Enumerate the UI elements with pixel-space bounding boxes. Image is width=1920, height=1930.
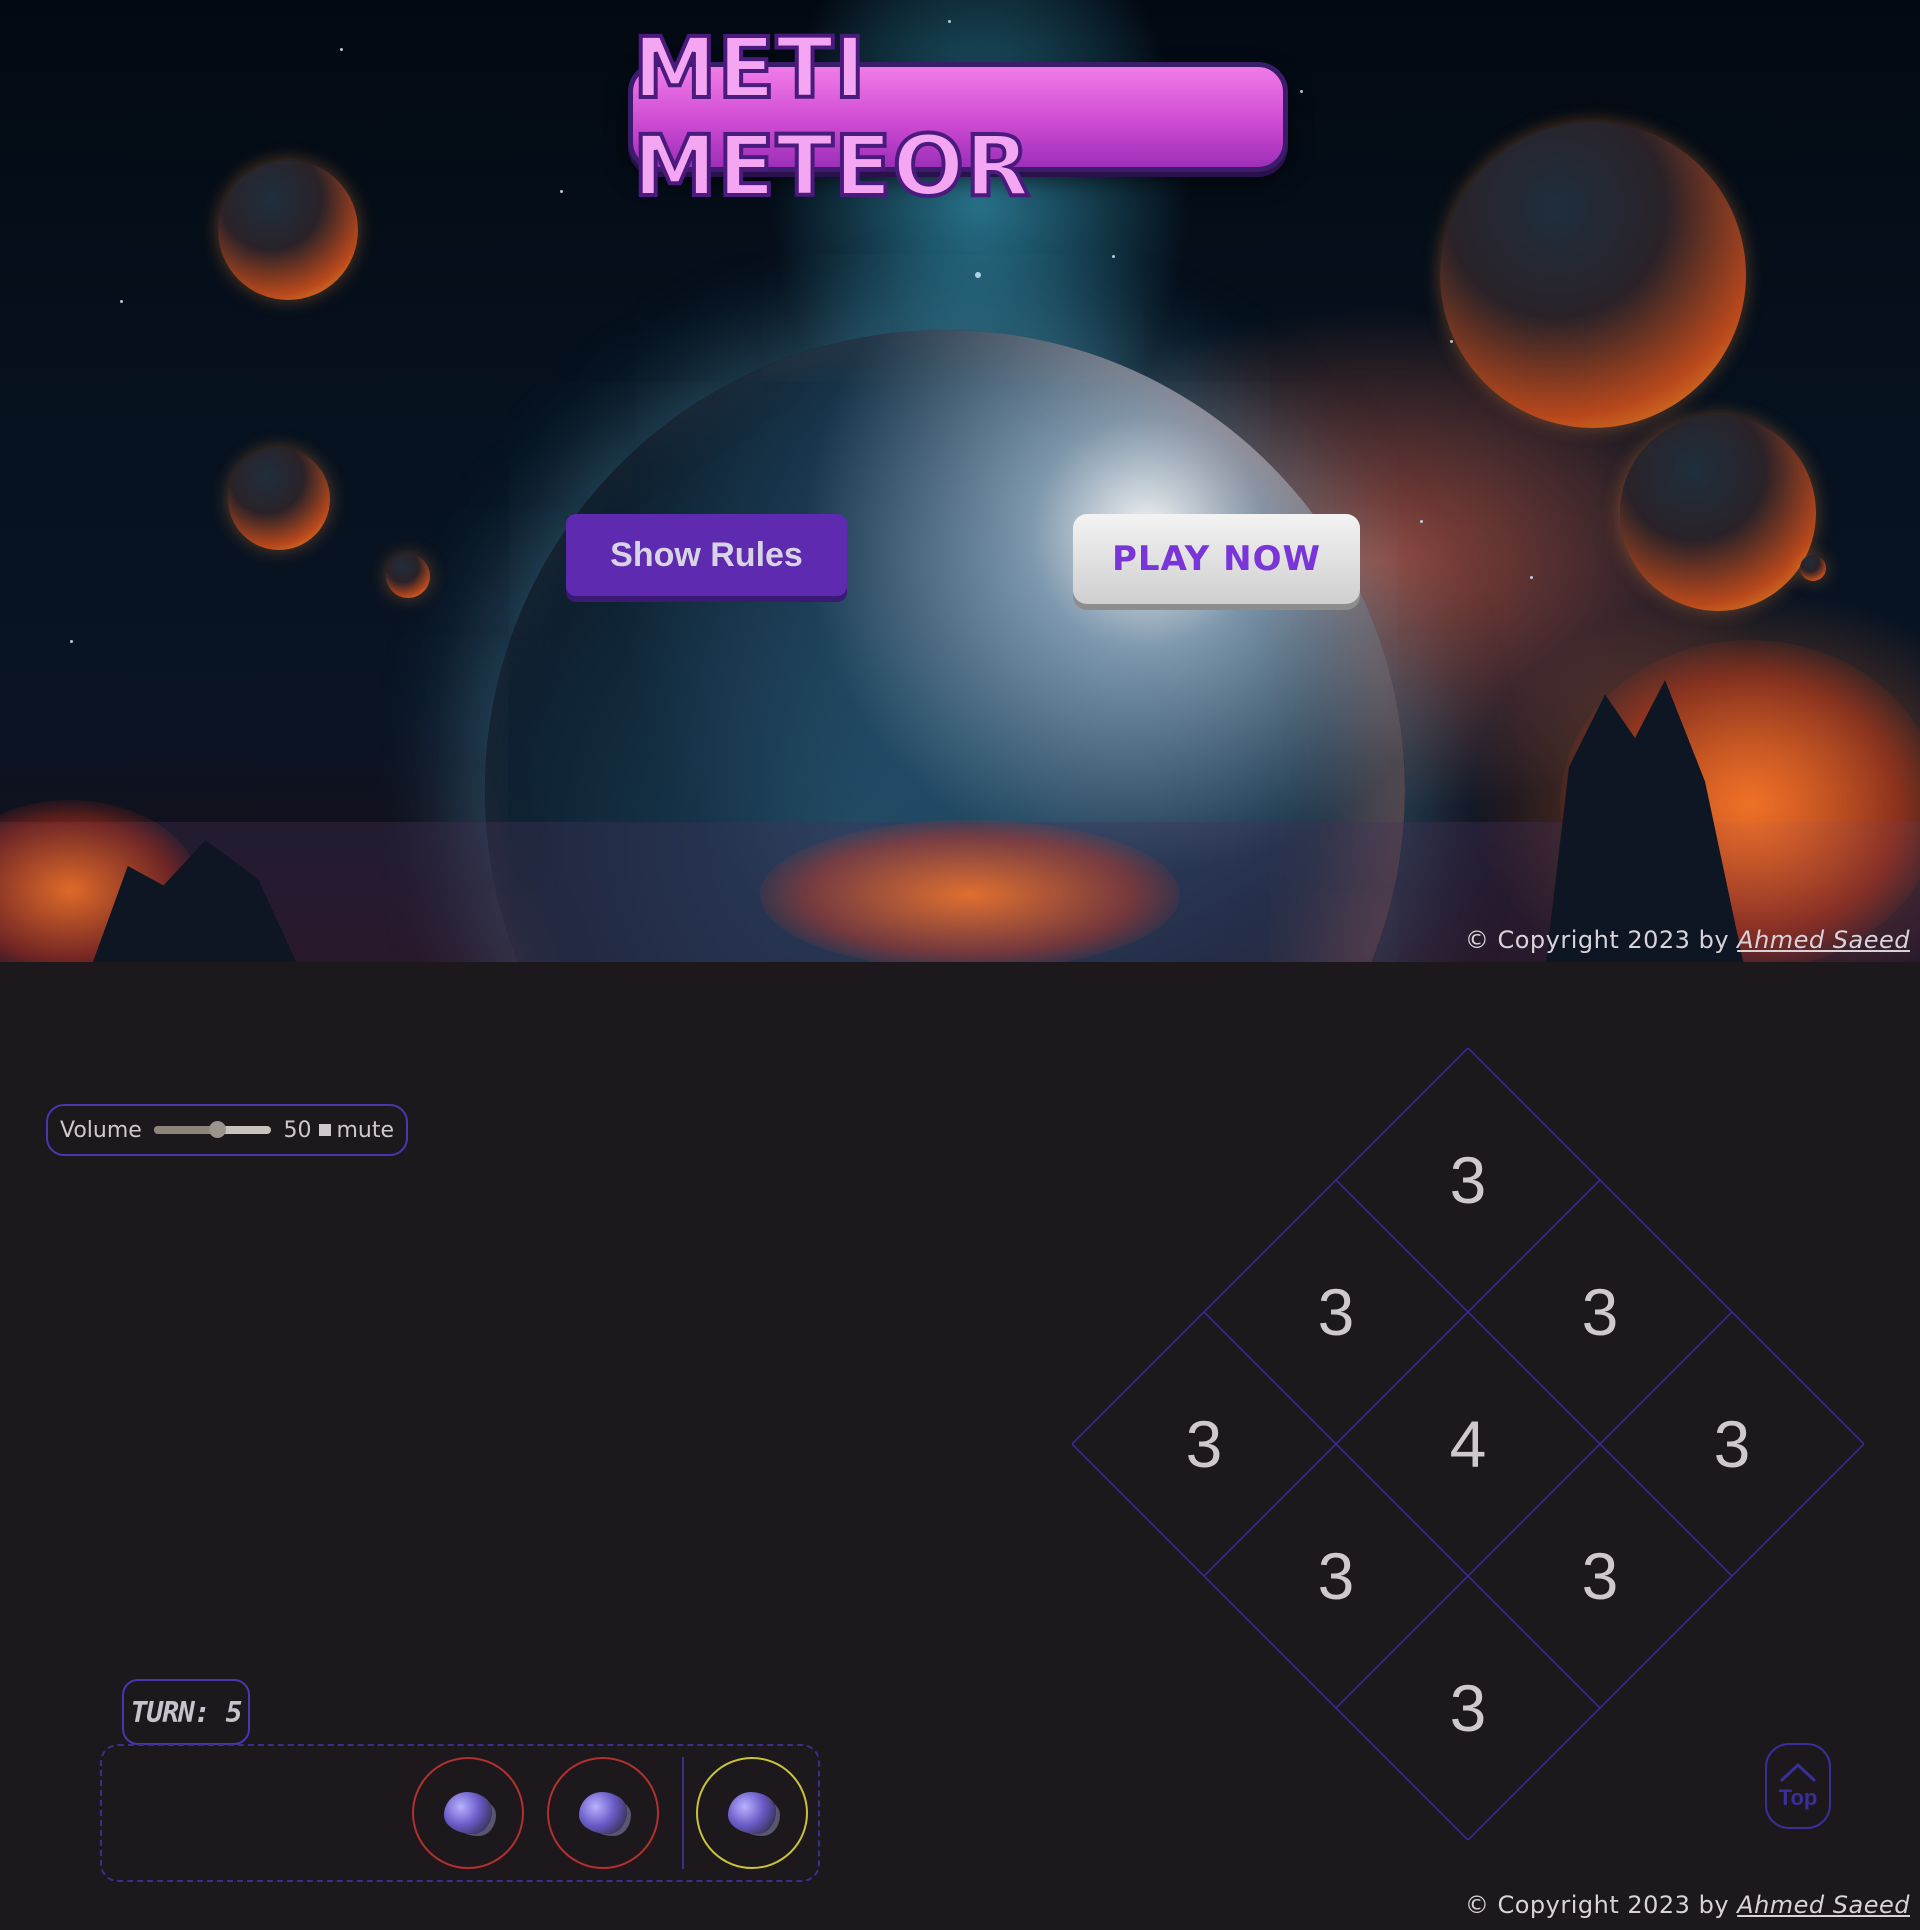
planet-orb	[1800, 555, 1826, 581]
volume-slider[interactable]	[153, 1121, 272, 1138]
board-cell-2[interactable]: 3	[1535, 1272, 1665, 1352]
author-link[interactable]: Ahmed Saeed	[1737, 1891, 1910, 1919]
board-cell-5[interactable]: 4	[1403, 1404, 1533, 1484]
tray-divider	[682, 1757, 684, 1869]
scroll-top-label: Top	[1778, 1785, 1818, 1810]
meteor-token-yellow[interactable]	[696, 1757, 808, 1869]
mute-toggle[interactable]: mute	[319, 1118, 394, 1143]
volume-slider-thumb[interactable]	[208, 1121, 226, 1138]
board-grid-line	[1335, 1179, 1733, 1577]
board-cell-3[interactable]: 3	[1667, 1404, 1797, 1484]
scroll-top-button[interactable]: Top	[1765, 1743, 1831, 1829]
meteor-icon	[728, 1792, 776, 1834]
board-cell-9[interactable]: 3	[1403, 1668, 1533, 1748]
game-logo: METI METEOR	[628, 17, 1288, 217]
volume-label: Volume	[60, 1117, 142, 1143]
planet-orb	[386, 554, 430, 598]
board-grid-line	[1072, 1048, 1469, 1445]
meteor-icon	[444, 1792, 492, 1834]
game-page: METI METEOR Show Rules PLAY NOW © Copyri…	[0, 0, 1920, 1930]
play-now-button[interactable]: PLAY NOW	[1073, 514, 1360, 604]
board-cell-1[interactable]: 3	[1403, 1140, 1533, 1220]
copyright-notice-footer: © Copyright 2023 by Ahmed Saeed	[1465, 1891, 1910, 1919]
planet-orb	[1620, 415, 1816, 611]
volume-slider-fill	[153, 1126, 217, 1134]
turn-label: TURN: 5	[130, 1695, 242, 1729]
planet-orb	[218, 160, 358, 300]
show-rules-button[interactable]: Show Rules	[566, 514, 847, 596]
board-cell-8[interactable]: 3	[1271, 1536, 1401, 1616]
copyright-prefix: © Copyright 2023 by	[1464, 926, 1730, 954]
board-grid-line	[1203, 1179, 1601, 1577]
meteor-token-red-2[interactable]	[547, 1757, 659, 1869]
board-cell-7[interactable]: 3	[1139, 1404, 1269, 1484]
board-grid-line	[1335, 1311, 1733, 1709]
board-grid-line	[1203, 1311, 1601, 1709]
copyright-notice: © Copyright 2023 by Ahmed Saeed	[1465, 926, 1910, 954]
board-cell-6[interactable]: 3	[1535, 1536, 1665, 1616]
chevron-up-icon	[1780, 1763, 1816, 1782]
volume-control: Volume 50 mute	[46, 1104, 408, 1156]
planet-orb	[1440, 122, 1746, 428]
mute-checkbox-icon[interactable]	[319, 1124, 332, 1136]
board-grid-line	[1467, 1048, 1864, 1445]
hero-banner: METI METEOR Show Rules PLAY NOW © Copyri…	[0, 0, 1920, 962]
volume-value: 50	[283, 1117, 312, 1143]
board-grid-line	[1072, 1443, 1469, 1840]
turn-indicator: TURN: 5	[122, 1679, 250, 1745]
meteor-icon	[579, 1792, 627, 1834]
game-board: 333343333	[1072, 1048, 1864, 1840]
board-cell-4[interactable]: 3	[1271, 1272, 1401, 1352]
logo-text: METI METEOR	[631, 17, 1032, 217]
lava-glow	[760, 820, 1180, 962]
planet-orb	[228, 448, 330, 550]
meteor-token-red-1[interactable]	[412, 1757, 524, 1869]
mute-label: mute	[336, 1117, 394, 1143]
author-link[interactable]: Ahmed Saeed	[1737, 926, 1910, 954]
copyright-prefix: © Copyright 2023 by	[1464, 1891, 1730, 1919]
